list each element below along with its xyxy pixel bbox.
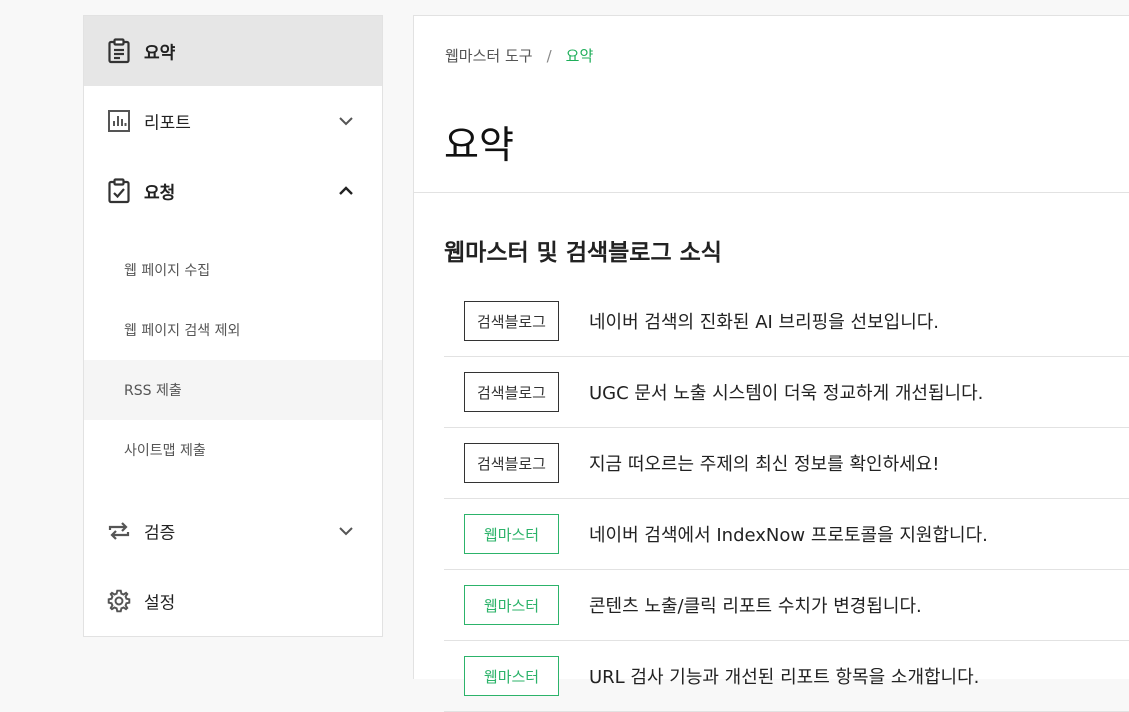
sidebar-subitem-label: 사이트맵 제출 xyxy=(124,443,206,459)
gear-icon xyxy=(106,588,132,614)
news-title[interactable]: URL 검사 기능과 개선된 리포트 항목을 소개합니다. xyxy=(589,663,979,689)
sidebar-item-verify[interactable]: 검증 xyxy=(84,496,382,566)
sidebar-item-summary[interactable]: 요약 xyxy=(84,16,382,86)
sidebar: 요약 리포트 요청 웹 페이지 수집 웹 페이지 검색 제외 RSS 제출 사이… xyxy=(83,15,383,637)
chevron-up-icon[interactable] xyxy=(336,181,356,201)
main-content: 웹마스터 도구 / 요약 요약 웹마스터 및 검색블로그 소식 검색블로그 네이… xyxy=(413,15,1129,712)
sidebar-subitem-page-exclude[interactable]: 웹 페이지 검색 제외 xyxy=(84,300,382,360)
news-title[interactable]: UGC 문서 노출 시스템이 더욱 정교하게 개선됩니다. xyxy=(589,379,983,405)
category-badge: 웹마스터 xyxy=(464,656,559,696)
sidebar-item-label: 설정 xyxy=(144,593,176,614)
chevron-down-icon[interactable] xyxy=(336,111,356,131)
category-badge: 검색블로그 xyxy=(464,443,559,483)
news-item[interactable]: 웹마스터 URL 검사 기능과 개선된 리포트 항목을 소개합니다. xyxy=(444,641,1129,712)
clipboard-icon xyxy=(106,38,132,64)
breadcrumb: 웹마스터 도구 / 요약 xyxy=(445,45,593,66)
chevron-down-icon[interactable] xyxy=(336,521,356,541)
sidebar-item-label: 요청 xyxy=(144,183,176,204)
news-title[interactable]: 네이버 검색에서 IndexNow 프로토콜을 지원합니다. xyxy=(589,521,988,547)
repeat-icon xyxy=(106,518,132,544)
category-badge: 웹마스터 xyxy=(464,585,559,625)
news-title[interactable]: 콘텐츠 노출/클릭 리포트 수치가 변경됩니다. xyxy=(589,592,922,618)
news-item[interactable]: 검색블로그 UGC 문서 노출 시스템이 더욱 정교하게 개선됩니다. xyxy=(444,357,1129,428)
sidebar-subitem-rss-submit[interactable]: RSS 제출 xyxy=(84,360,382,420)
sidebar-item-label: 요약 xyxy=(144,43,176,64)
clipboard-check-icon xyxy=(106,178,132,204)
news-item[interactable]: 웹마스터 네이버 검색에서 IndexNow 프로토콜을 지원합니다. xyxy=(444,499,1129,570)
category-badge: 검색블로그 xyxy=(464,372,559,412)
news-title[interactable]: 지금 떠오르는 주제의 최신 정보를 확인하세요! xyxy=(589,450,939,476)
sidebar-item-settings[interactable]: 설정 xyxy=(84,566,382,636)
breadcrumb-current: 요약 xyxy=(565,47,594,65)
breadcrumb-root[interactable]: 웹마스터 도구 xyxy=(445,45,533,66)
bar-chart-icon xyxy=(106,108,132,134)
sidebar-item-label: 검증 xyxy=(144,523,176,544)
sidebar-item-request[interactable]: 요청 xyxy=(84,156,382,226)
news-list: 검색블로그 네이버 검색의 진화된 AI 브리핑을 선보입니다. 검색블로그 U… xyxy=(444,286,1129,712)
breadcrumb-separator: / xyxy=(546,46,552,65)
sidebar-subitem-label: RSS 제출 xyxy=(124,383,182,399)
page-title: 요약 xyxy=(444,123,514,167)
category-badge: 웹마스터 xyxy=(464,514,559,554)
section-title: 웹마스터 및 검색블로그 소식 xyxy=(444,240,722,266)
category-badge: 검색블로그 xyxy=(464,301,559,341)
news-item[interactable]: 검색블로그 지금 떠오르는 주제의 최신 정보를 확인하세요! xyxy=(444,428,1129,499)
sidebar-subitem-page-collect[interactable]: 웹 페이지 수집 xyxy=(84,240,382,300)
sidebar-subitem-label: 웹 페이지 수집 xyxy=(124,263,211,279)
sidebar-item-label: 리포트 xyxy=(144,113,191,134)
news-item[interactable]: 웹마스터 콘텐츠 노출/클릭 리포트 수치가 변경됩니다. xyxy=(444,570,1129,641)
sidebar-subitem-label: 웹 페이지 검색 제외 xyxy=(124,323,241,339)
news-item[interactable]: 검색블로그 네이버 검색의 진화된 AI 브리핑을 선보입니다. xyxy=(444,286,1129,357)
sidebar-item-report[interactable]: 리포트 xyxy=(84,86,382,156)
sidebar-subitem-sitemap-submit[interactable]: 사이트맵 제출 xyxy=(84,420,382,480)
divider xyxy=(414,192,1129,193)
news-title[interactable]: 네이버 검색의 진화된 AI 브리핑을 선보입니다. xyxy=(589,308,939,334)
